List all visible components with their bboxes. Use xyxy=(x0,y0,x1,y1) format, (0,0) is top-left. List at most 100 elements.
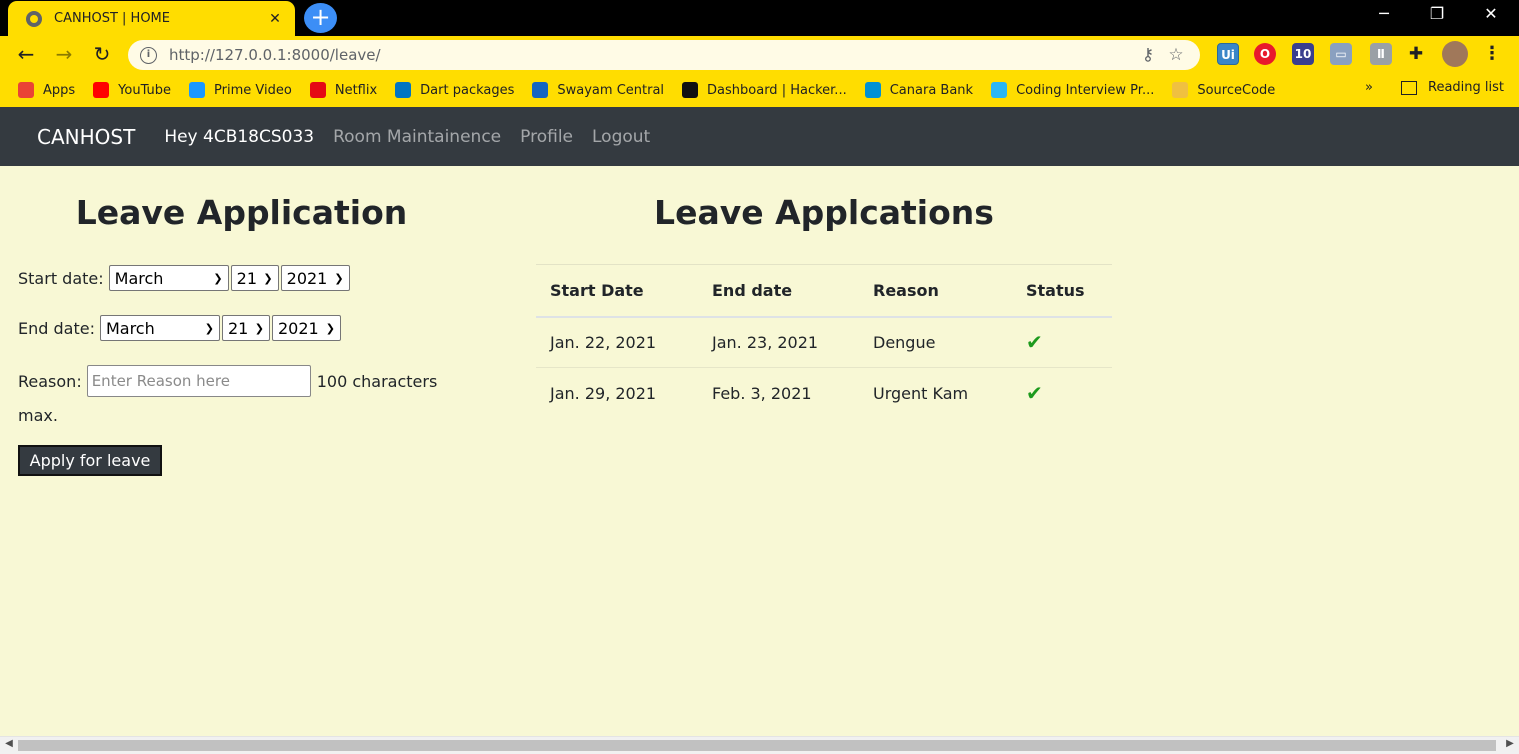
url-input[interactable] xyxy=(169,46,1134,64)
key-icon[interactable]: ⚷ xyxy=(1134,45,1162,65)
browser-tab-strip: CANHOST | HOME ✕ + ─ ❐ ✕ xyxy=(0,0,1519,36)
reason-hint-continued: max. xyxy=(18,406,58,425)
start-day-select[interactable]: 21 ❯ xyxy=(230,265,279,291)
start-day-value: 21 xyxy=(236,268,257,288)
bookmark-item[interactable]: Dart packages xyxy=(395,82,514,98)
netflix-icon xyxy=(309,82,326,98)
bookmark-item[interactable]: Apps xyxy=(18,82,75,98)
start-month-select[interactable]: March ❯ xyxy=(108,265,229,291)
reason-label: Reason: xyxy=(18,371,82,391)
start-month-value: March xyxy=(114,268,164,288)
column-header-reason: Reason xyxy=(859,264,1012,318)
site-navbar: CANHOST Hey 4CB18CS033 Room Maintainence… xyxy=(0,107,1519,166)
horizontal-scrollbar[interactable]: ◀ ▶ xyxy=(0,736,1519,754)
start-date-row: Start date: March ❯ 21 ❯ 2021 ❯ xyxy=(18,265,352,291)
bookmark-label: Apps xyxy=(43,82,76,98)
bookmark-label: YouTube xyxy=(118,82,172,98)
bookmark-label: Dashboard | Hacker... xyxy=(707,82,847,98)
status-cell: ✔ xyxy=(1012,368,1112,419)
start-year-value: 2021 xyxy=(286,268,328,288)
uipath-extension-icon[interactable]: Ui xyxy=(1217,43,1239,65)
start-year-select[interactable]: 2021 ❯ xyxy=(280,265,350,291)
bookmark-label: Dart packages xyxy=(420,82,515,98)
chevron-down-icon: ❯ xyxy=(325,321,335,335)
cast-extension-icon[interactable]: ▭ xyxy=(1330,43,1352,65)
reason-cell: Dengue xyxy=(859,316,1012,368)
scroll-left-arrow-icon[interactable]: ◀ xyxy=(0,738,18,749)
table-row: Jan. 22, 2021 Jan. 23, 2021 Dengue ✔ xyxy=(536,316,1112,368)
address-bar[interactable]: i ⚷ ☆ xyxy=(128,40,1200,70)
dart-icon xyxy=(395,82,412,98)
start-date-cell: Jan. 29, 2021 xyxy=(550,383,657,403)
scrollbar-thumb[interactable] xyxy=(18,740,1496,751)
pause-extension-icon[interactable]: Ⅱ xyxy=(1370,43,1392,65)
tab-title: CANHOST | HOME xyxy=(54,11,170,26)
close-tab-icon[interactable]: ✕ xyxy=(267,11,283,27)
forward-icon[interactable]: → xyxy=(51,40,77,68)
bookmark-item[interactable]: Canara Bank xyxy=(864,82,974,98)
close-window-icon[interactable]: ✕ xyxy=(1471,4,1511,23)
back-icon[interactable]: ← xyxy=(13,40,39,68)
bookmarks-overflow-button[interactable]: » xyxy=(1365,80,1373,95)
minimize-icon[interactable]: ─ xyxy=(1364,4,1404,23)
bookmark-item[interactable]: YouTube xyxy=(93,82,171,98)
end-year-value: 2021 xyxy=(277,318,319,338)
brand-link[interactable]: CANHOST xyxy=(37,125,135,149)
site-info-icon[interactable]: i xyxy=(140,46,157,64)
bookmark-label: Coding Interview Pr... xyxy=(1016,82,1155,98)
bookmark-item[interactable]: SourceCode xyxy=(1172,82,1275,98)
end-month-select[interactable]: March ❯ xyxy=(99,315,220,341)
globe-icon xyxy=(26,10,42,27)
bookmark-label: Netflix xyxy=(334,82,378,98)
apply-for-leave-button[interactable]: Apply for leave xyxy=(18,445,162,476)
column-header-status: Status xyxy=(1012,264,1112,318)
table-header-row: Start Date End date Reason Status xyxy=(536,264,1112,318)
end-date-row: End date: March ❯ 21 ❯ 2021 ❯ xyxy=(18,315,343,341)
bookmark-item[interactable]: Netflix xyxy=(309,82,378,98)
opera-extension-icon[interactable]: O xyxy=(1254,43,1276,65)
user-greeting: Hey 4CB18CS033 xyxy=(164,126,315,147)
bookmark-item[interactable]: Dashboard | Hacker... xyxy=(682,82,847,98)
hackerrank-icon xyxy=(682,82,699,98)
reason-cell: Urgent Kam xyxy=(873,383,969,403)
end-day-select[interactable]: 21 ❯ xyxy=(221,315,270,341)
bookmark-label: SourceCode xyxy=(1197,82,1276,98)
bookmark-star-icon[interactable]: ☆ xyxy=(1162,45,1190,65)
reason-hint: 100 characters xyxy=(316,371,438,391)
browser-menu-icon[interactable]: ⋮ xyxy=(1481,43,1503,65)
checkmark-icon: ✔ xyxy=(1026,381,1043,406)
new-tab-button[interactable]: + xyxy=(304,3,337,33)
table-row: Jan. 29, 2021 Feb. 3, 2021 Urgent Kam ✔ xyxy=(536,368,1112,419)
applications-table: Start Date End date Reason Status Jan. 2… xyxy=(536,264,1112,419)
end-month-value: March xyxy=(105,318,155,338)
restore-icon[interactable]: ❐ xyxy=(1417,4,1457,23)
bookmark-item[interactable]: Coding Interview Pr... xyxy=(991,82,1154,98)
start-date-cell: Jan. 22, 2021 xyxy=(536,316,698,368)
folder-icon xyxy=(991,82,1008,98)
chevron-down-icon: ❯ xyxy=(204,321,214,335)
browser-tab[interactable]: CANHOST | HOME ✕ xyxy=(8,1,295,36)
reload-icon[interactable]: ↻ xyxy=(89,40,115,68)
sourcecode-icon xyxy=(1172,82,1189,98)
prime-video-icon xyxy=(189,82,206,98)
nav-link-room-maintainence[interactable]: Room Maintainence xyxy=(333,127,501,147)
column-header-start-date: Start Date xyxy=(536,264,698,318)
profile-avatar[interactable] xyxy=(1442,41,1468,67)
bookmark-item[interactable]: Swayam Central xyxy=(532,82,664,98)
end-date-label: End date: xyxy=(18,318,95,338)
applications-heading: Leave Applcations xyxy=(654,193,994,232)
bookmark-label: Canara Bank xyxy=(889,82,974,98)
extensions-puzzle-icon[interactable]: ✚ xyxy=(1405,43,1427,65)
reading-list-button[interactable]: Reading list xyxy=(1401,80,1504,95)
scroll-right-arrow-icon[interactable]: ▶ xyxy=(1501,738,1519,749)
nav-link-profile[interactable]: Profile xyxy=(520,127,573,147)
chevron-down-icon: ❯ xyxy=(263,271,273,285)
reading-list-icon xyxy=(1401,80,1417,95)
start-date-label: Start date: xyxy=(18,268,104,288)
nav-link-logout[interactable]: Logout xyxy=(592,127,650,147)
reason-input[interactable] xyxy=(86,365,311,397)
form-heading: Leave Application xyxy=(75,193,408,232)
end-year-select[interactable]: 2021 ❯ xyxy=(271,315,341,341)
bookmark-item[interactable]: Prime Video xyxy=(189,82,292,98)
graduation-cap-extension-icon[interactable]: 10 xyxy=(1292,43,1314,65)
